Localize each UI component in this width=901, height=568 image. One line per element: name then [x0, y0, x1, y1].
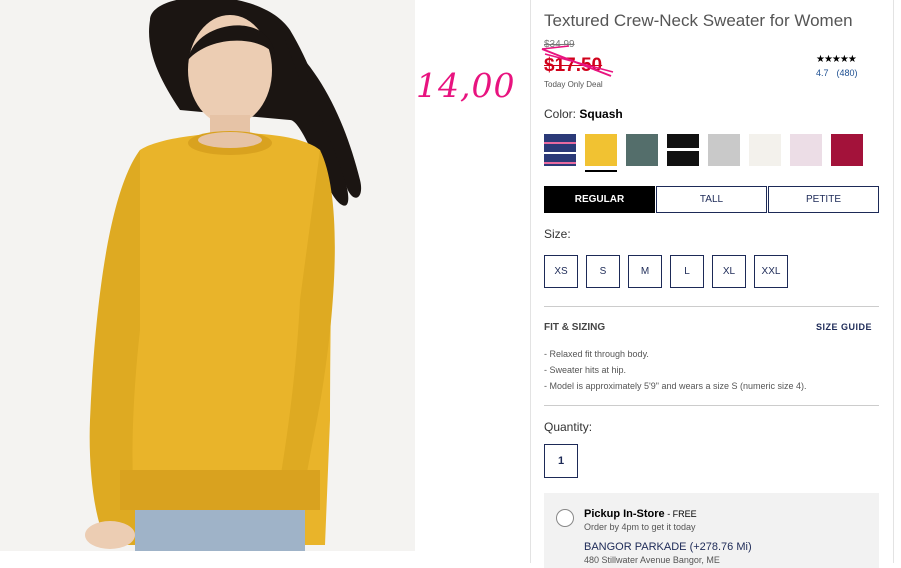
fit-petite-button[interactable]: PETITE: [768, 186, 879, 213]
pickup-title: Pickup In-Store - FREE: [584, 508, 697, 520]
fit-bullet: - Relaxed fit through body.: [544, 349, 649, 359]
swatch-burgundy[interactable]: [831, 134, 863, 166]
divider: [544, 306, 879, 307]
deal-note: Today Only Deal: [544, 80, 603, 89]
handwritten-price-note: 14,00: [416, 66, 516, 105]
selected-color: Squash: [579, 107, 623, 121]
color-label: Color: Squash: [544, 107, 623, 121]
color-label-text: Color:: [544, 107, 577, 121]
rating-value: 4.7: [816, 68, 829, 78]
quantity-label: Quantity:: [544, 420, 593, 434]
swatch-black-stripe[interactable]: [667, 134, 699, 166]
pickup-address: 480 Stillwater Avenue Bangor, ME: [584, 555, 720, 565]
fit-bullet: - Model is approximately 5'9" and wears …: [544, 381, 807, 391]
divider: [544, 405, 879, 406]
fit-regular-button[interactable]: REGULAR: [544, 186, 655, 213]
product-title: Textured Crew-Neck Sweater for Women: [544, 11, 853, 30]
pickup-radio[interactable]: [556, 509, 574, 527]
fit-sizing-list: - Relaxed fit through body. - Sweater hi…: [544, 346, 807, 394]
pink-strikethrough-marks: [541, 45, 614, 77]
pickup-in-store-option[interactable]: Pickup In-Store - FREE Order by 4pm to g…: [544, 493, 879, 568]
pickup-store[interactable]: BANGOR PARKADE (+278.76 Mi): [584, 541, 752, 553]
product-image[interactable]: [0, 0, 415, 551]
fit-options: REGULAR TALL PETITE: [544, 186, 880, 213]
size-s-button[interactable]: S: [586, 255, 620, 288]
swatch-navy-stripe[interactable]: [544, 134, 576, 166]
pickup-subtitle: Order by 4pm to get it today: [584, 522, 696, 532]
size-l-button[interactable]: L: [670, 255, 704, 288]
swatch-slate-green[interactable]: [626, 134, 658, 166]
color-swatches: [544, 134, 872, 172]
size-options: XS S M L XL XXL: [544, 255, 796, 288]
rating-summary[interactable]: 4.7 (480): [816, 68, 858, 78]
size-label: Size:: [544, 227, 571, 241]
swatch-cream[interactable]: [749, 134, 781, 166]
size-m-button[interactable]: M: [628, 255, 662, 288]
fit-sizing-title: FIT & SIZING: [544, 322, 606, 333]
quantity-input[interactable]: 1: [544, 444, 578, 478]
review-count[interactable]: (480): [837, 68, 858, 78]
size-xxl-button[interactable]: XXL: [754, 255, 788, 288]
swatch-light-pink[interactable]: [790, 134, 822, 166]
fit-bullet: - Sweater hits at hip.: [544, 365, 627, 375]
size-guide-link[interactable]: SIZE GUIDE: [816, 322, 872, 332]
swatch-heather-gray[interactable]: [708, 134, 740, 166]
fit-tall-button[interactable]: TALL: [656, 186, 767, 213]
product-details-panel: Textured Crew-Neck Sweater for Women $34…: [530, 0, 894, 568]
model-photo: [0, 0, 415, 551]
swatch-squash[interactable]: [585, 134, 617, 172]
size-xs-button[interactable]: XS: [544, 255, 578, 288]
size-xl-button[interactable]: XL: [712, 255, 746, 288]
rating-stars[interactable]: ★★★★★: [816, 54, 857, 65]
